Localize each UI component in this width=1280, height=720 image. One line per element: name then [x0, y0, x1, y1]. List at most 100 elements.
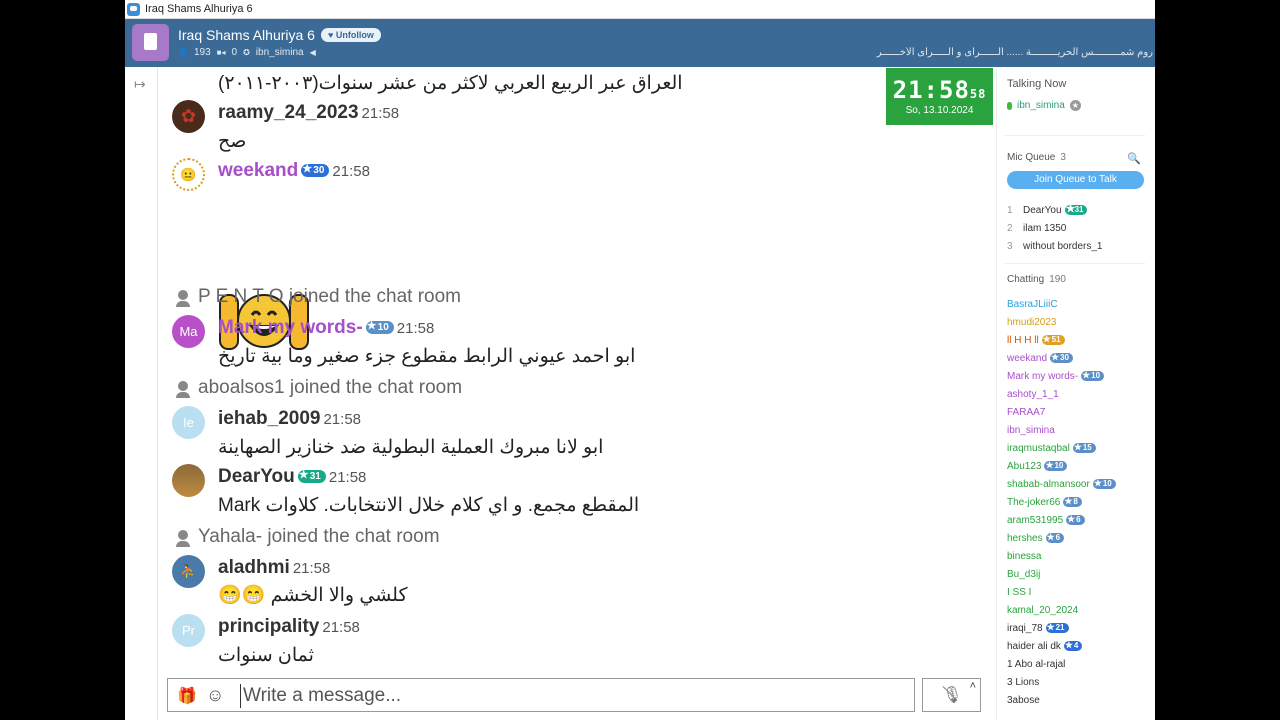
user-list-item[interactable]: Bu_d3ij: [1007, 566, 1116, 584]
chat-log[interactable]: العراق عبر الربيع العربي لاكثر من عشر سن…: [158, 67, 996, 672]
room-name: Iraq Shams Alhuriya 6: [178, 27, 315, 43]
chatting-heading: Chatting 190: [1007, 274, 1066, 285]
user-list-item[interactable]: binessa: [1007, 548, 1116, 566]
message-text: ثمان سنوات: [218, 645, 314, 666]
system-message: P E N T O joined the chat room: [176, 286, 461, 308]
user-list-item[interactable]: ibn_simina: [1007, 422, 1116, 440]
join-queue-button[interactable]: Join Queue to Talk: [1007, 171, 1144, 189]
room-host[interactable]: ibn_simina: [256, 47, 304, 58]
user-list-item[interactable]: FARAA7: [1007, 404, 1116, 422]
queue-item[interactable]: 3 without borders_1: [1007, 238, 1103, 256]
mic-control[interactable]: 🎙 ˄: [922, 678, 981, 712]
user-list-item[interactable]: kamal_20_2024: [1007, 602, 1116, 620]
search-icon[interactable]: 🔍: [1127, 152, 1141, 165]
message-input[interactable]: [240, 684, 900, 708]
user-list-item[interactable]: Mark my words-10: [1007, 368, 1116, 386]
message-text: العراق عبر الربيع العربي لاكثر من عشر سن…: [218, 73, 683, 94]
system-message: aboalsos1 joined the chat room: [176, 377, 462, 399]
avatar[interactable]: [172, 464, 205, 497]
message-username[interactable]: weekand3021:58: [218, 160, 370, 182]
level-badge: 10: [365, 320, 394, 335]
user-list-item[interactable]: hmudi2023: [1007, 314, 1116, 332]
camera-icon: ■◂: [216, 48, 226, 57]
clock-date: So, 13.10.2024: [905, 105, 974, 116]
room-stats: 👤 193 ■◂ 0 ✪ ibn_simina ◀: [178, 47, 316, 58]
person-icon: [176, 530, 190, 547]
level-badge: 10: [1081, 370, 1105, 382]
megaphone-icon: ◀: [309, 48, 316, 57]
user-list-item[interactable]: haider ali dk4: [1007, 638, 1116, 656]
emoji-icon[interactable]: ☺: [206, 685, 224, 706]
room-header: Iraq Shams Alhuriya 6 ♥ Unfollow 👤 193 ■◂…: [125, 19, 1155, 67]
user-list-item[interactable]: 1 Abo al-rajal: [1007, 656, 1116, 674]
user-list-item[interactable]: ashoty_1_1: [1007, 386, 1116, 404]
level-badge: 6: [1045, 532, 1065, 544]
user-list-item[interactable]: Abu12310: [1007, 458, 1116, 476]
user-list-item[interactable]: shabab-almansoor10: [1007, 476, 1116, 494]
chevron-up-icon[interactable]: ˄: [970, 680, 976, 692]
mic-queue-list: 1DearYou31 2ilam 1350 3without borders_1: [1007, 202, 1103, 256]
cams-count: 0: [231, 47, 238, 58]
message-username[interactable]: principality 21:58: [218, 616, 360, 638]
app-window: Iraq Shams Alhuriya 6 Iraq Shams Alhuriy…: [125, 0, 1155, 720]
users-count: 193: [193, 47, 211, 58]
unfollow-button[interactable]: ♥ Unfollow: [321, 28, 381, 42]
talking-now-heading: Talking Now: [1007, 78, 1067, 90]
message-text: ابو احمد عيوني الرابط مقطوع جزء صغير وما…: [218, 346, 636, 367]
avatar[interactable]: ✿: [172, 100, 205, 133]
message-text: صح: [218, 131, 247, 152]
star-icon: ★: [1069, 100, 1081, 111]
queue-item[interactable]: 2 ilam 1350: [1007, 220, 1103, 238]
divider: [1005, 135, 1145, 136]
user-list-item[interactable]: 3abose: [1007, 692, 1116, 710]
gift-icon[interactable]: 🎁: [177, 686, 197, 706]
avatar[interactable]: Pr: [172, 614, 205, 647]
room-avatar[interactable]: [132, 24, 169, 61]
message-username[interactable]: iehab_2009 21:58: [218, 408, 361, 430]
mic-queue-heading: Mic Queue 3: [1007, 152, 1066, 163]
title-bar: Iraq Shams Alhuriya 6: [125, 0, 1155, 19]
window-title: Iraq Shams Alhuriya 6: [145, 3, 253, 15]
host-icon: ✪: [243, 48, 250, 57]
message-username[interactable]: raamy_24_2023 21:58: [218, 102, 399, 124]
room-topic-marquee: روم شمـــــــــس الحريـــــــــة ...... …: [876, 47, 1153, 58]
user-list-item[interactable]: BasraJLiiiC: [1007, 296, 1116, 314]
message-username[interactable]: DearYou3121:58: [218, 466, 366, 488]
talking-user[interactable]: ibn_simina ★: [1007, 100, 1081, 111]
app-icon: [127, 2, 140, 16]
chatting-users-list: BasraJLiiiChmudi2023ll H H ll51weekand30…: [1007, 296, 1116, 710]
level-badge: 51: [1041, 334, 1065, 346]
user-list-item[interactable]: I SS I: [1007, 584, 1116, 602]
message-username[interactable]: Mark my words-1021:58: [218, 317, 434, 339]
divider: [1005, 263, 1145, 264]
users-icon: 👤: [178, 48, 188, 57]
level-badge: 15: [1072, 442, 1096, 454]
avatar[interactable]: Ma: [172, 315, 205, 348]
user-list-item[interactable]: 3 Lions: [1007, 674, 1116, 692]
user-list-item[interactable]: iraqi_7821: [1007, 620, 1116, 638]
grin-emoji-icon: 😁😁: [218, 585, 266, 606]
avatar[interactable]: ⛹: [172, 555, 205, 588]
avatar[interactable]: Ie: [172, 406, 205, 439]
user-list-item[interactable]: The-joker668: [1007, 494, 1116, 512]
level-badge: 8: [1063, 496, 1082, 508]
avatar[interactable]: 😐: [172, 158, 205, 191]
queue-item[interactable]: 1DearYou31: [1007, 202, 1103, 220]
user-list-item[interactable]: iraqmustaqbal15: [1007, 440, 1116, 458]
message-text: المقطع مجمع. و اي كلام خلال الانتخابات. …: [218, 495, 640, 516]
message-text: كلشي والا الخشم 😁😁: [218, 585, 408, 606]
collapse-icon[interactable]: ↦: [134, 76, 146, 93]
user-list-item[interactable]: aram5319956: [1007, 512, 1116, 530]
user-list-item[interactable]: hershes6: [1007, 530, 1116, 548]
level-badge: 31: [297, 469, 326, 484]
user-list-item[interactable]: weekand30: [1007, 350, 1116, 368]
clock-time: 21:5858: [892, 76, 987, 104]
person-icon: [176, 290, 190, 307]
level-badge: 30: [1050, 352, 1073, 364]
level-badge: 30: [301, 163, 330, 178]
user-list-item[interactable]: ll H H ll51: [1007, 332, 1116, 350]
level-badge: 10: [1092, 478, 1116, 490]
mic-off-icon[interactable]: 🎙: [942, 685, 962, 705]
message-username[interactable]: aladhmi 21:58: [218, 557, 330, 579]
person-icon: [176, 381, 190, 398]
